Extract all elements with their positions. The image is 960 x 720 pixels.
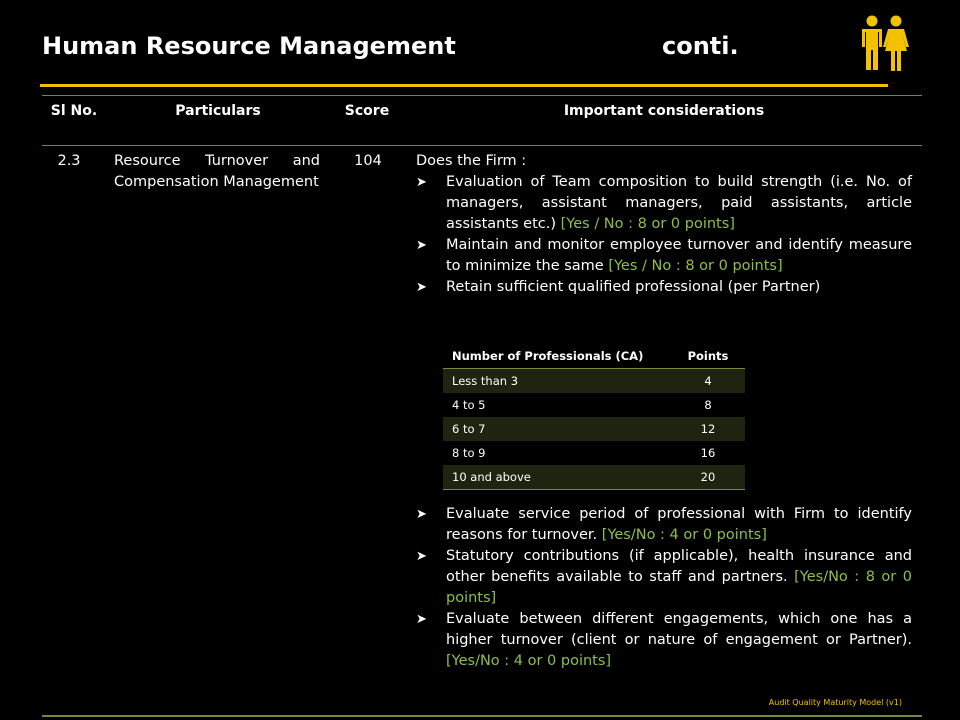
points-table-value: 12 xyxy=(671,417,745,441)
list-item: ➤ Maintain and monitor employee turnover… xyxy=(416,235,912,277)
table-row: 10 and above 20 xyxy=(443,465,745,490)
page-title: Human Resource Management xyxy=(42,32,456,60)
page-title-suffix: conti. xyxy=(662,32,739,60)
points-table-range: 4 to 5 xyxy=(443,393,671,417)
professionals-points-table: Number of Professionals (CA) Points Less… xyxy=(443,344,745,490)
arrow-bullet-icon: ➤ xyxy=(416,280,427,295)
table-header-row: Sl No. Particulars Score Important consi… xyxy=(42,96,922,146)
points-table-header-points: Points xyxy=(671,344,745,369)
arrow-bullet-icon: ➤ xyxy=(416,507,427,522)
points-table-range: 8 to 9 xyxy=(443,441,671,465)
people-icon xyxy=(862,15,909,71)
points-table-value: 16 xyxy=(671,441,745,465)
list-item: ➤ Evaluate service period of professiona… xyxy=(416,504,912,546)
arrow-bullet-icon: ➤ xyxy=(416,175,427,190)
points-table-range: 10 and above xyxy=(443,465,671,490)
considerations-intro: Does the Firm : xyxy=(416,153,527,169)
list-item-points: [Yes / No : 8 or 0 points] xyxy=(560,216,735,232)
arrow-bullet-icon: ➤ xyxy=(416,549,427,564)
arrow-bullet-icon: ➤ xyxy=(416,612,427,627)
row-score: 104 xyxy=(354,153,382,169)
arrow-bullet-icon: ➤ xyxy=(416,238,427,253)
list-item: ➤ Evaluate between different engagements… xyxy=(416,609,912,672)
column-header-important-considerations: Important considerations xyxy=(563,103,765,119)
list-item-points: [Yes / No : 8 or 0 points] xyxy=(608,258,783,274)
considerations-list-bottom: ➤ Evaluate service period of professiona… xyxy=(416,504,912,672)
list-item: ➤ Retain sufficient qualified profession… xyxy=(416,277,912,298)
points-table-range: 6 to 7 xyxy=(443,417,671,441)
table-row: Less than 3 4 xyxy=(443,368,745,393)
points-table-value: 20 xyxy=(671,465,745,490)
points-table-header-row: Number of Professionals (CA) Points xyxy=(443,344,745,369)
table-bottom-border xyxy=(42,715,922,717)
table-row: 4 to 5 8 xyxy=(443,393,745,417)
list-item-points: [Yes/No : 4 or 0 points] xyxy=(601,527,767,543)
points-table-range: Less than 3 xyxy=(443,368,671,393)
table-row: 6 to 7 12 xyxy=(443,417,745,441)
table-row: 8 to 9 16 xyxy=(443,441,745,465)
column-header-score: Score xyxy=(344,103,390,119)
footer-label: Audit Quality Maturity Model (v1) xyxy=(768,698,902,707)
list-item-points: [Yes/No : 4 or 0 points] xyxy=(446,653,612,669)
points-table-value: 4 xyxy=(671,368,745,393)
header-divider xyxy=(42,145,922,146)
row-particulars: Resource Turnover and Compensation Manag… xyxy=(114,153,320,190)
list-item: ➤ Evaluation of Team composition to buil… xyxy=(416,172,912,235)
title-underline xyxy=(40,84,888,87)
row-sl-number: 2.3 xyxy=(57,153,81,169)
column-header-sl-no: Sl No. xyxy=(50,103,98,119)
considerations-list-top: ➤ Evaluation of Team composition to buil… xyxy=(416,172,912,298)
list-item-text: Retain sufficient qualified professional… xyxy=(446,279,821,295)
list-item-text: Evaluate between different engagements, … xyxy=(446,611,912,648)
column-header-particulars: Particulars xyxy=(175,103,261,119)
title-bar: Human Resource Management conti. xyxy=(42,32,842,68)
list-item: ➤ Statutory contributions (if applicable… xyxy=(416,546,912,609)
points-table-header-professionals: Number of Professionals (CA) xyxy=(443,344,671,369)
considerations-list-bottom-wrap: ➤ Evaluate service period of professiona… xyxy=(416,504,912,672)
points-table-value: 8 xyxy=(671,393,745,417)
row-considerations: Does the Firm : ➤ Evaluation of Team com… xyxy=(416,151,912,298)
